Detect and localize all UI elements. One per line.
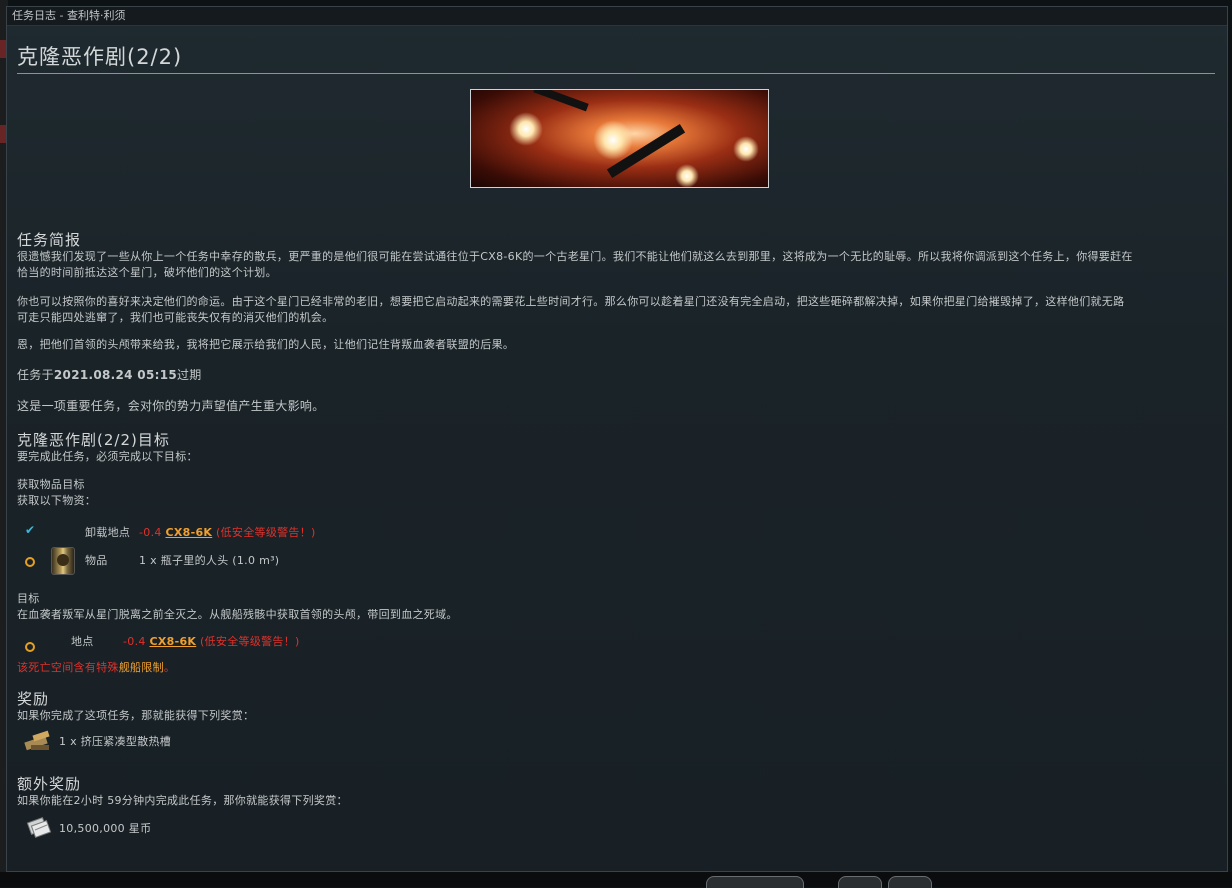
checkmark-icon: ✔ [25, 523, 36, 537]
hud-button [838, 876, 882, 888]
location-system-link[interactable]: CX8-6K [149, 635, 196, 648]
explosion-flash [509, 112, 543, 146]
briefing-text-1a: 很遗憾我们发现了一些从你上一个任务中幸存的散兵，更严重的是他们很可能在尝试通往位… [17, 250, 1133, 263]
reward-item: 1 x 挤压紧凑型散热槽 [59, 735, 172, 748]
expiry-prefix: 任务于 [17, 368, 54, 382]
rewards-heading: 奖励 [17, 690, 50, 708]
bonus-heading: 额外奖励 [17, 775, 82, 793]
restriction-prefix: 该死亡空间含有特殊 [17, 661, 119, 674]
expiry-line: 任务于2021.08.24 05:15过期 [17, 367, 202, 383]
briefing-text-1b: 恰当的时间前抵达这个星门，破坏他们的这个计划。 [17, 266, 277, 279]
bonus-intro: 如果你能在2小时 59分钟内完成此任务，那你就能获得下列奖赏： [17, 794, 348, 807]
restriction-note: 该死亡空间含有特殊舰船限制。 [17, 660, 175, 676]
expiry-suffix: 过期 [177, 368, 202, 382]
hud-button [888, 876, 932, 888]
background-bottom-strip [0, 872, 1232, 888]
explosion-flash [675, 164, 699, 187]
goal-text: 在血袭者叛军从星门脱离之前全灭之。从舰船残骸中获取首领的头颅，带回到血之死域。 [17, 608, 458, 621]
heat-sink-part [31, 745, 49, 750]
objectives-heading: 克隆恶作剧(2/2)目标 [17, 431, 170, 449]
location-warning: (低安全等级警告！) [200, 635, 300, 648]
briefing-text-2a: 你也可以按照你的喜好来决定他们的命运。由于这个星门已经非常的老旧，想要把它启动起… [17, 295, 1125, 308]
ship-silhouette [533, 90, 589, 112]
fetch-intro: 获取以下物资： [17, 494, 97, 507]
mission-banner-image [470, 89, 769, 188]
dropoff-warning: (低安全等级警告！) [216, 526, 316, 539]
fetch-heading: 获取物品目标 [17, 478, 85, 491]
dropoff-system-link[interactable]: CX8-6K [165, 526, 212, 539]
item-value: 1 x 瓶子里的人头 (1.0 m³) [139, 554, 280, 567]
explosion-flash [733, 136, 759, 162]
objectives-intro: 要完成此任务，必须完成以下目标： [17, 450, 198, 463]
ring-icon [25, 557, 35, 567]
mission-content: 克隆恶作剧(2/2) 任务简报 很遗憾我们发现了一些从你上一个任务中幸存的散兵，… [17, 31, 1219, 871]
briefing-text-2b: 可走只能四处逃窜了，我们也可能丧失仅有的消灭他们的机会。 [17, 311, 334, 324]
heat-sink-icon[interactable] [24, 729, 53, 753]
title-divider [17, 73, 1215, 74]
mission-title: 克隆恶作剧(2/2) [17, 45, 183, 69]
ship-restriction-link[interactable]: 舰船限制 [119, 661, 164, 674]
item-label: 物品 [85, 554, 108, 567]
explosion-flash [593, 120, 633, 160]
mission-journal-window: 任务日志 - 查利特·利须 克隆恶作剧(2/2) 任务简报 很遗憾我们发现了一些… [6, 6, 1228, 872]
goal-location: -0.4 CX8-6K (低安全等级警告！) [123, 634, 300, 650]
importance-note: 这是一项重要任务，会对你的势力声望值产生重大影响。 [17, 399, 325, 413]
location-label: 地点 [71, 635, 94, 648]
expiry-date: 2021.08.24 05:15 [53, 368, 177, 382]
restriction-suffix: 。 [163, 661, 176, 674]
window-title: 任务日志 - 查利特·利须 [12, 9, 126, 22]
dropoff-security: -0.4 [139, 526, 162, 539]
hud-dial [706, 876, 804, 888]
ring-icon [25, 642, 35, 652]
rewards-intro: 如果你完成了这项任务，那就能获得下列奖赏： [17, 709, 255, 722]
isk-icon[interactable] [25, 815, 53, 839]
isk-icon-graphic [26, 816, 52, 839]
window-titlebar[interactable]: 任务日志 - 查利特·利须 [7, 7, 1227, 26]
goal-heading: 目标 [17, 592, 40, 605]
briefing-text-3: 恩，把他们首领的头颅带来给我，我将把它展示给我们的人民，让他们记住背叛血袭者联盟… [17, 338, 515, 351]
dropoff-label: 卸载地点 [85, 526, 131, 539]
dropoff-location: -0.4 CX8-6K (低安全等级警告！) [139, 525, 316, 541]
cargo-container-icon[interactable] [51, 547, 75, 575]
briefing-heading: 任务简报 [17, 231, 82, 249]
location-security: -0.4 [123, 635, 146, 648]
bonus-item: 10,500,000 星币 [59, 822, 152, 835]
